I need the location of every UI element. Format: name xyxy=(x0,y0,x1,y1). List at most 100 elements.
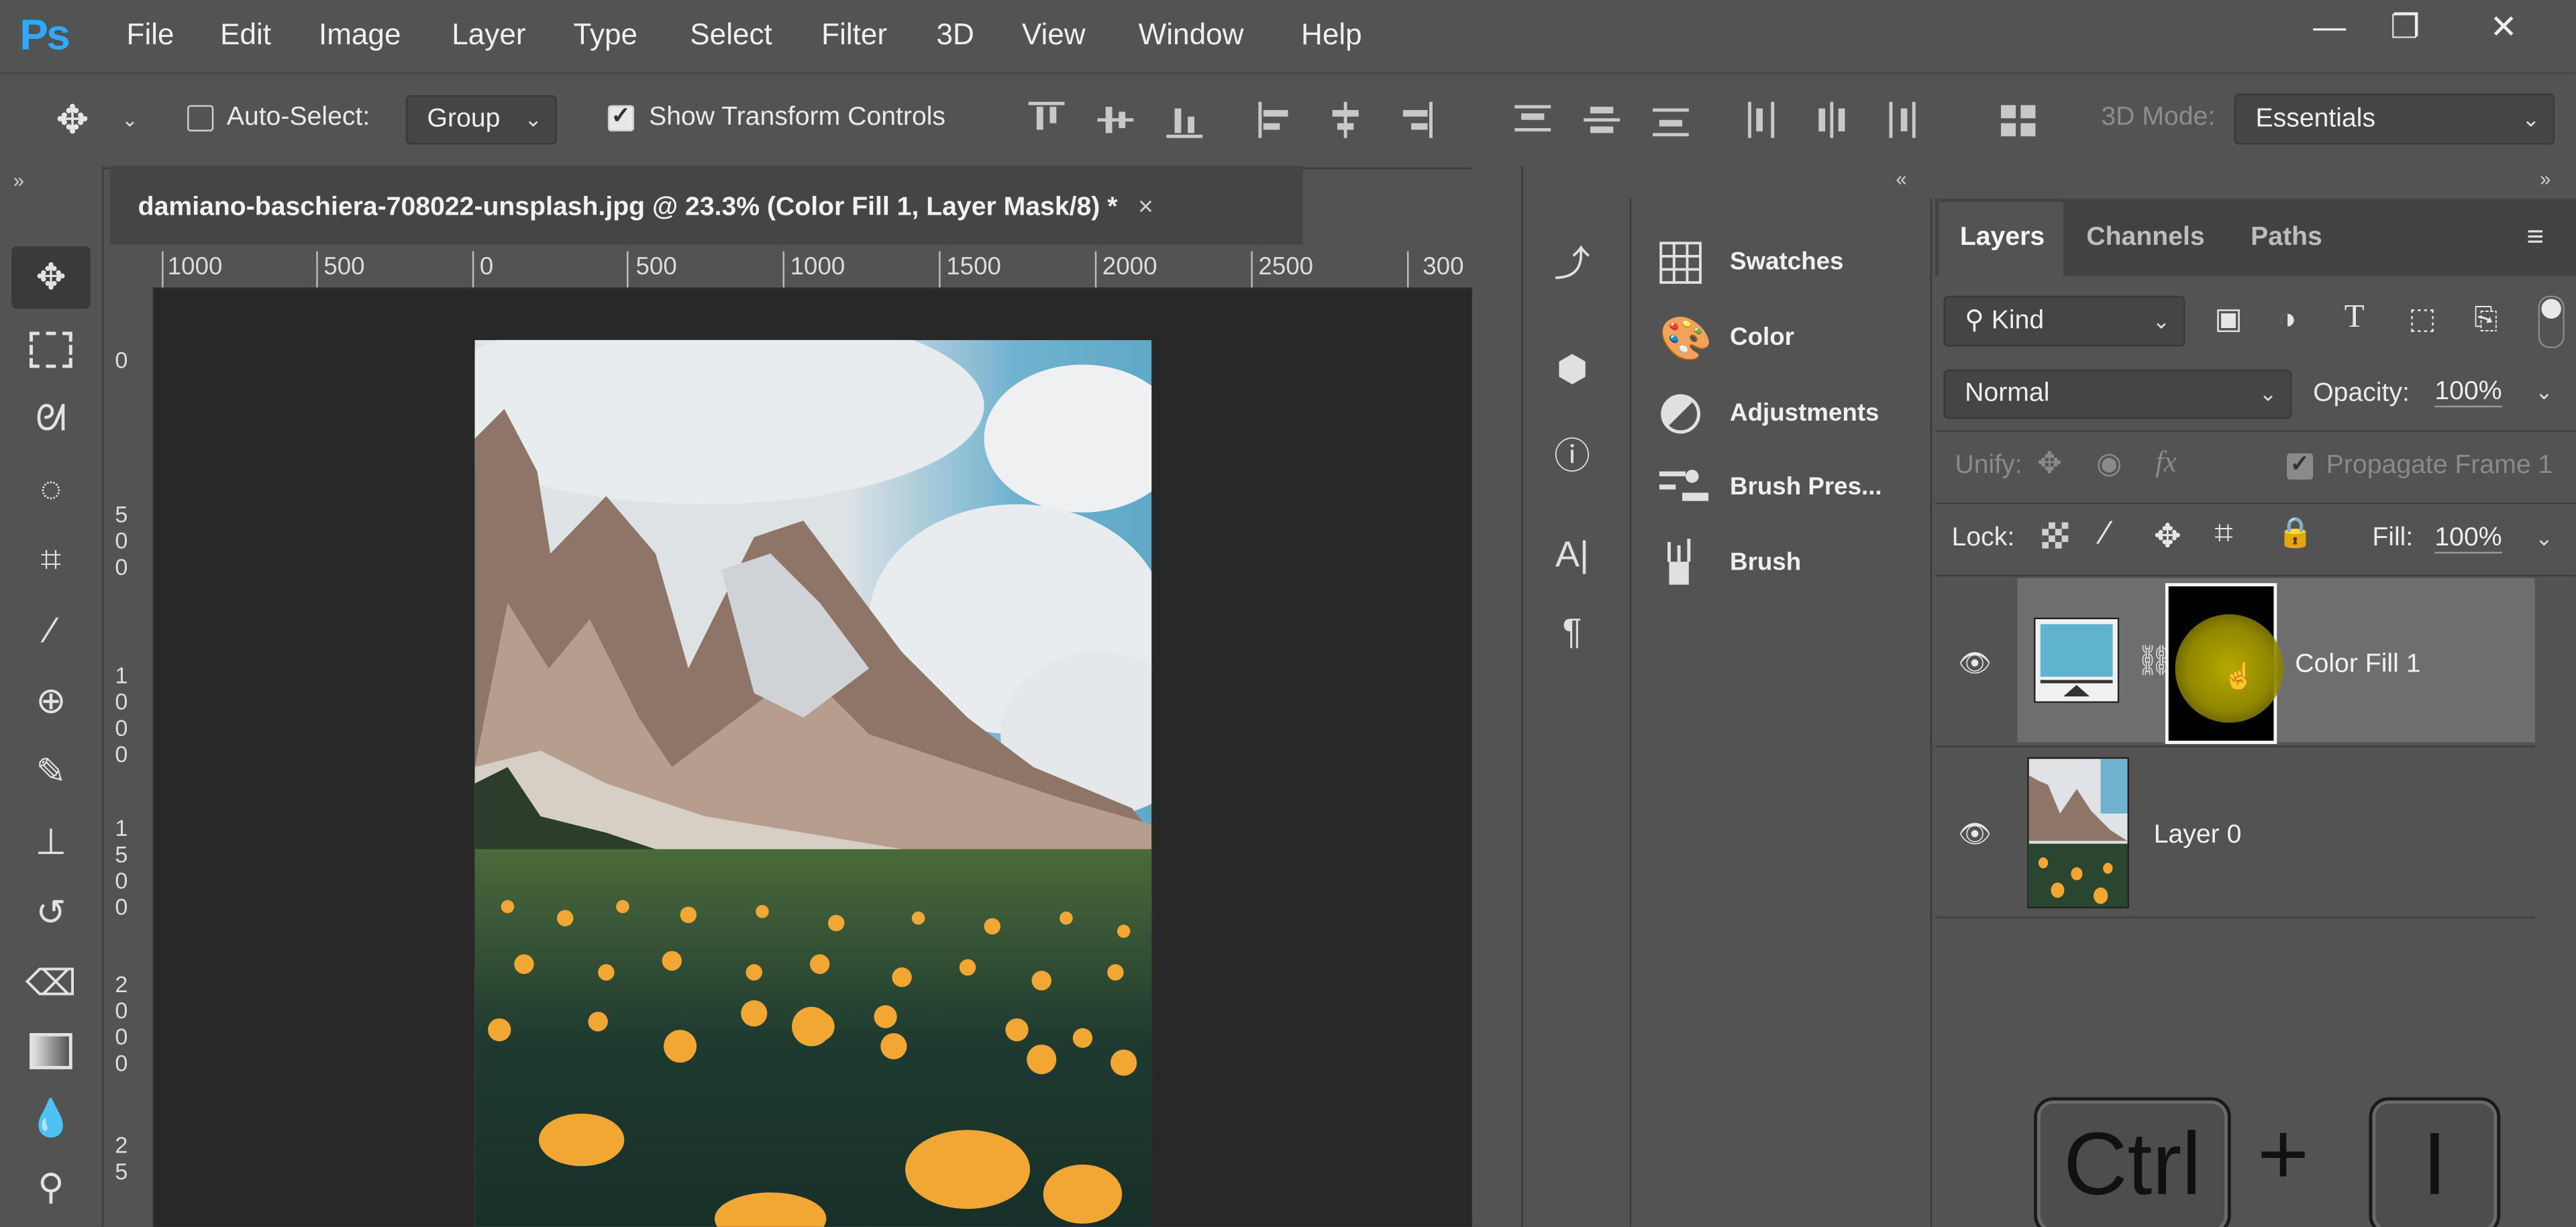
eyedropper-tool-icon[interactable]: ⁄ xyxy=(11,600,91,662)
filter-shape-icon[interactable]: ⬚ xyxy=(2408,302,2436,336)
menu-image[interactable]: Image xyxy=(319,18,401,52)
eraser-tool-icon[interactable]: ⌫ xyxy=(11,953,91,1015)
auto-select-checkbox[interactable] xyxy=(187,105,214,131)
layer-name[interactable]: Color Fill 1 xyxy=(2295,651,2420,680)
menu-edit[interactable]: Edit xyxy=(220,18,271,52)
align-top-edges-icon[interactable] xyxy=(1028,101,1065,138)
menu-type[interactable]: Type xyxy=(573,18,637,52)
workspace-dropdown[interactable]: Essentials ⌄ xyxy=(2234,93,2555,145)
icon-dock xyxy=(1521,166,1625,1227)
expand-panels-icon[interactable]: » xyxy=(2540,168,2551,191)
lock-transparent-pixels-icon[interactable] xyxy=(2042,522,2069,549)
menu-layer[interactable]: Layer xyxy=(452,18,525,52)
align-vertical-centers-icon[interactable] xyxy=(1097,102,1134,138)
eye-icon[interactable]: 👁 xyxy=(1958,818,1994,849)
opacity-field[interactable]: 100% ⌄ xyxy=(2424,369,2567,419)
close-tab-icon[interactable]: × xyxy=(1138,194,1153,222)
move-tool-icon[interactable]: ✥ xyxy=(11,246,91,309)
auto-align-layers-icon[interactable] xyxy=(2001,102,2037,138)
filter-toggle[interactable] xyxy=(2538,295,2565,349)
distribute-bottom-icon[interactable] xyxy=(1652,102,1689,138)
crop-tool-icon[interactable]: ⌗ xyxy=(11,529,91,591)
paragraph-icon[interactable]: ¶ xyxy=(1535,611,1610,654)
menu-filter[interactable]: Filter xyxy=(821,18,887,52)
filter-smart-object-icon[interactable]: ⎘ xyxy=(2474,302,2497,336)
panel-menu-icon[interactable]: ≡ xyxy=(2526,220,2544,254)
ruler-label: 500 xyxy=(635,253,677,281)
lock-position-icon[interactable]: ✥ xyxy=(2154,516,2181,557)
dodge-tool-icon[interactable]: ⚲ xyxy=(11,1157,91,1219)
lock-all-icon[interactable]: 🔒 xyxy=(2277,516,2314,550)
character-icon[interactable]: A| xyxy=(1535,534,1610,577)
align-horizontal-centers-icon[interactable] xyxy=(1327,101,1363,138)
ctrl-key-overlay: Ctrl xyxy=(2033,1097,2231,1227)
ruler-v-label-2000: 2000 xyxy=(115,970,128,1076)
healing-brush-tool-icon[interactable]: ⊕ xyxy=(11,670,91,733)
brush-presets-panel-button[interactable]: Brush Pres... xyxy=(1659,460,1922,519)
history-brush-tool-icon[interactable]: ↺ xyxy=(11,882,91,945)
swatches-panel-button[interactable]: Swatches xyxy=(1659,235,1922,294)
align-bottom-edges-icon[interactable] xyxy=(1166,102,1203,138)
menu-view[interactable]: View xyxy=(1022,18,1086,52)
minimize-button[interactable]: — xyxy=(2297,3,2363,52)
layer-0-thumbnail[interactable] xyxy=(2027,757,2129,908)
layer-name[interactable]: Layer 0 xyxy=(2154,821,2242,851)
ruler-v-label-1500: 1500 xyxy=(115,814,128,920)
3d-icon[interactable]: ⬢ xyxy=(1535,348,1610,391)
distribute-top-icon[interactable] xyxy=(1514,102,1551,138)
restore-button[interactable]: ❐ xyxy=(2372,3,2438,52)
adjustments-panel-button[interactable]: Adjustments xyxy=(1659,386,1922,445)
menu-window[interactable]: Window xyxy=(1139,18,1244,52)
tab-paths[interactable]: Paths xyxy=(2251,223,2322,253)
clone-stamp-tool-icon[interactable]: ⊥ xyxy=(11,811,91,873)
menu-help[interactable]: Help xyxy=(1301,18,1362,52)
propagate-frame-label: Propagate Frame 1 xyxy=(2326,451,2553,480)
align-left-edges-icon[interactable] xyxy=(1258,101,1294,138)
menu-3d[interactable]: 3D xyxy=(937,18,974,52)
collapse-panels-icon[interactable]: « xyxy=(1896,168,1906,191)
gradient-tool-icon[interactable] xyxy=(11,1018,91,1081)
color-panel-button[interactable]: 🎨 Color xyxy=(1659,311,1922,370)
blur-tool-icon[interactable]: 💧 xyxy=(11,1087,91,1150)
color-fill-thumbnail[interactable] xyxy=(2033,617,2120,703)
plus-sign: + xyxy=(2257,1105,2310,1204)
brush-panel-button[interactable]: Brush xyxy=(1659,535,1922,594)
filter-adjustment-icon[interactable]: ◑ xyxy=(2279,302,2297,336)
tab-layers[interactable]: Layers xyxy=(1960,223,2045,253)
close-window-button[interactable]: ✕ xyxy=(2471,3,2536,52)
eye-icon[interactable]: 👁 xyxy=(1958,647,1994,679)
filter-pixel-icon[interactable]: ▣ xyxy=(2214,302,2243,336)
quick-selection-tool-icon[interactable]: ◌ xyxy=(11,458,91,521)
distribute-left-icon[interactable] xyxy=(1745,101,1781,138)
menu-file[interactable]: File xyxy=(127,18,174,52)
opacity-label: Opacity: xyxy=(2313,379,2410,408)
expand-tools-icon[interactable]: » xyxy=(13,169,24,192)
opacity-value: 100% xyxy=(2434,378,2502,408)
chevron-down-icon[interactable]: ⌄ xyxy=(121,109,138,131)
fill-field[interactable]: 100% ⌄ xyxy=(2424,515,2567,566)
show-transform-checkbox[interactable] xyxy=(607,102,635,131)
filter-kind-dropdown[interactable]: ⚲ Kind ⌄ xyxy=(1943,295,2185,347)
hand-cursor-icon: ☝ xyxy=(2222,663,2256,692)
move-tool-preset-icon[interactable]: ✥ xyxy=(56,99,105,145)
menu-select[interactable]: Select xyxy=(690,18,772,52)
align-right-edges-icon[interactable] xyxy=(1396,101,1433,138)
history-icon[interactable]: ⤴ xyxy=(1535,235,1610,287)
brush-tool-icon[interactable]: ✎ xyxy=(11,741,91,803)
lasso-tool-icon[interactable]: ᘛ xyxy=(11,388,91,450)
marquee-tool-icon[interactable] xyxy=(11,317,91,380)
ruler-label: 1500 xyxy=(946,253,1001,281)
ruler-label: 500 xyxy=(323,253,365,281)
distribute-horizontal-centers-icon[interactable] xyxy=(1814,101,1850,138)
chevron-down-icon: ⌄ xyxy=(2522,107,2540,131)
document-image[interactable] xyxy=(474,339,1152,1227)
lock-image-pixels-icon[interactable]: ⁄ xyxy=(2103,516,2108,553)
distribute-right-icon[interactable] xyxy=(1883,101,1919,138)
info-icon[interactable]: ⓘ xyxy=(1535,427,1610,480)
tab-channels[interactable]: Channels xyxy=(2086,223,2204,253)
lock-artboard-icon[interactable]: ⌗ xyxy=(2214,516,2233,553)
distribute-vertical-centers-icon[interactable] xyxy=(1584,102,1620,138)
filter-type-icon[interactable]: T xyxy=(2345,299,2365,337)
auto-select-target-dropdown[interactable]: Group ⌄ xyxy=(405,95,557,145)
blend-mode-dropdown[interactable]: Normal ⌄ xyxy=(1943,369,2292,419)
